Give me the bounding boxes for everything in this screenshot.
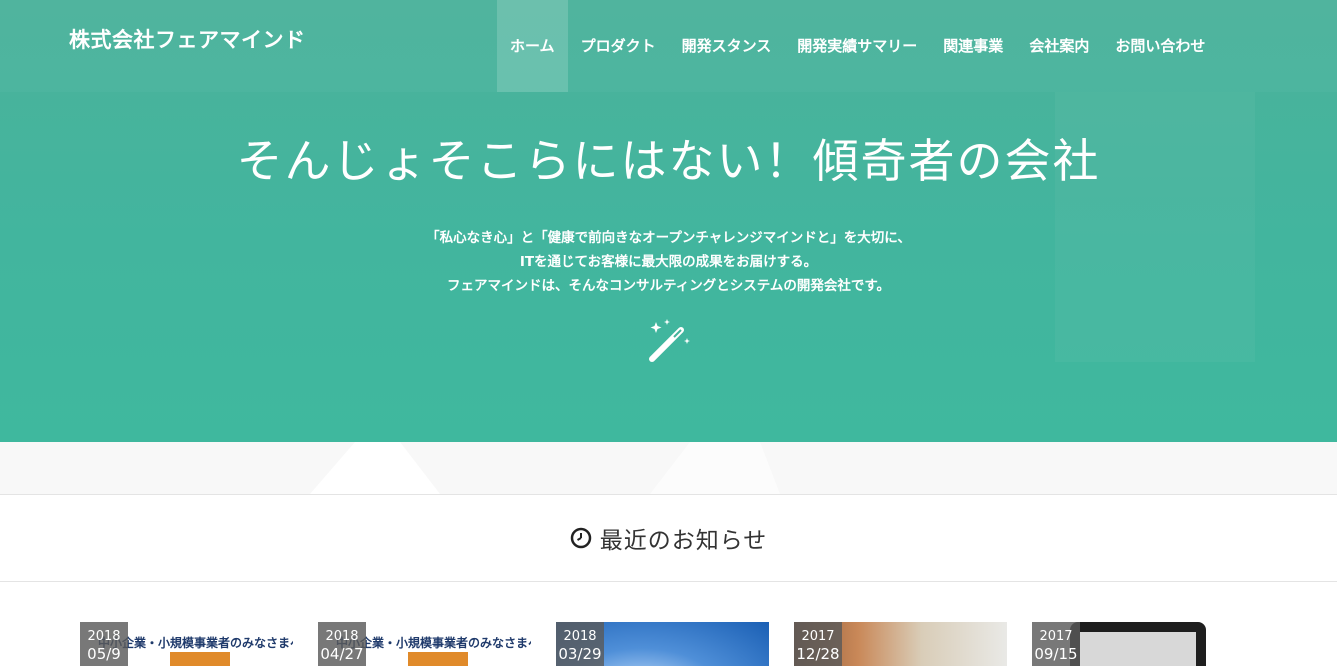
hero-description: 「私心なき心」と「健康で前向きなオープンチャレンジマインドと」を大切に、 ITを… xyxy=(0,226,1337,298)
date-badge: 2018 05/9 xyxy=(80,622,128,666)
decorative-band xyxy=(0,442,1337,495)
date-month-day: 05/9 xyxy=(87,645,121,663)
date-month-day: 03/29 xyxy=(558,645,602,663)
tablet-image xyxy=(1070,622,1206,666)
date-year: 2017 xyxy=(801,629,835,644)
date-badge: 2017 09/15 xyxy=(1032,622,1080,666)
date-year: 2018 xyxy=(325,629,359,644)
news-section-title: 最近のお知らせ xyxy=(570,521,768,555)
magic-wand-icon xyxy=(649,319,690,362)
news-card[interactable]: 中小企業・小規模事業者のみなさまへ 2018 05/9 xyxy=(80,622,293,666)
nav-item-related-business[interactable]: 関連事業 xyxy=(930,0,1016,92)
nav-item-products[interactable]: プロダクト xyxy=(568,0,669,92)
hero-line: ITを通じてお客様に最大限の成果をお届けする。 xyxy=(519,254,818,270)
clock-icon xyxy=(570,527,591,548)
nav-item-stance[interactable]: 開発スタンス xyxy=(669,0,785,92)
tablet-screen xyxy=(1080,632,1196,666)
nav-item-home[interactable]: ホーム xyxy=(497,0,568,92)
date-year: 2018 xyxy=(563,629,597,644)
news-title-text: 最近のお知らせ xyxy=(599,527,768,554)
news-section-header: 最近のお知らせ xyxy=(0,494,1337,582)
date-year: 2017 xyxy=(1039,629,1073,644)
band-shapes xyxy=(310,442,780,494)
hero-title: そんじょそこらにはない！傾奇者の会社 xyxy=(236,134,1101,188)
thumbnail-accent xyxy=(170,652,230,666)
thumbnail-accent xyxy=(408,652,468,666)
news-card[interactable]: 2017 09/15 xyxy=(1032,622,1245,666)
date-badge: 2018 03/29 xyxy=(556,622,604,666)
news-card[interactable]: 2017 12/28 xyxy=(794,622,1007,666)
site-header: 株式会社フェアマインド ホーム プロダクト 開発スタンス 開発実績サマリー 関連… xyxy=(0,0,1337,92)
hero-line: フェアマインドは、そんなコンサルティングとシステムの開発会社です。 xyxy=(447,278,890,294)
date-month-day: 04/27 xyxy=(320,645,364,663)
nav-item-contact[interactable]: お問い合わせ xyxy=(1102,0,1218,92)
news-card[interactable]: 2018 03/29 xyxy=(556,622,769,666)
date-year: 2018 xyxy=(87,629,121,644)
nav-item-company[interactable]: 会社案内 xyxy=(1016,0,1102,92)
main-nav: ホーム プロダクト 開発スタンス 開発実績サマリー 関連事業 会社案内 お問い合… xyxy=(497,0,1218,92)
news-cards: 中小企業・小規模事業者のみなさまへ 2018 05/9 中小企業・小規模事業者の… xyxy=(0,622,1337,666)
date-month-day: 09/15 xyxy=(1034,645,1078,663)
hero-section: 株式会社フェアマインド ホーム プロダクト 開発スタンス 開発実績サマリー 関連… xyxy=(0,0,1337,442)
news-card[interactable]: 中小企業・小規模事業者のみなさまへ 2018 04/27 xyxy=(318,622,531,666)
site-logo[interactable]: 株式会社フェアマインド xyxy=(69,24,306,54)
hero-line: 「私心なき心」と「健康で前向きなオープンチャレンジマインドと」を大切に、 xyxy=(426,230,911,246)
date-badge: 2018 04/27 xyxy=(318,622,366,666)
date-month-day: 12/28 xyxy=(796,645,840,663)
date-badge: 2017 12/28 xyxy=(794,622,842,666)
nav-item-achievements[interactable]: 開発実績サマリー xyxy=(784,0,930,92)
